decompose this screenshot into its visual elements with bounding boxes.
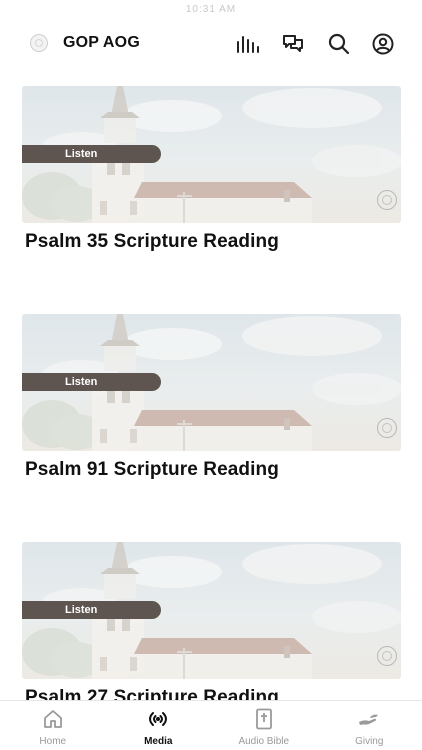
media-title[interactable]: Psalm 35 Scripture Reading	[25, 231, 279, 253]
bible-icon	[253, 708, 275, 730]
media-card: Listen Psalm 27 Scripture Reading	[0, 520, 422, 700]
status-bar: 10:31 AM	[0, 0, 422, 24]
tab-label: Home	[39, 736, 67, 747]
media-feed: Listen Psalm 35 Scripture Reading Listen…	[0, 64, 422, 700]
chat-icon[interactable]	[281, 32, 305, 56]
tab-label: Giving	[355, 736, 384, 747]
tab-media[interactable]: Media	[106, 701, 212, 750]
audio-levels-icon[interactable]	[236, 32, 260, 56]
tab-home[interactable]: Home	[0, 701, 106, 750]
status-time: 10:31 AM	[185, 4, 237, 15]
giving-hand-icon	[358, 708, 380, 730]
listen-button[interactable]: Listen	[22, 145, 161, 163]
media-thumbnail[interactable]: Listen	[22, 314, 401, 451]
listen-button[interactable]: Listen	[22, 601, 161, 619]
media-card: Listen Psalm 91 Scripture Reading	[0, 292, 422, 520]
profile-icon[interactable]	[371, 32, 395, 56]
media-thumbnail[interactable]: Listen	[22, 542, 401, 679]
media-card: Listen Psalm 35 Scripture Reading	[0, 64, 422, 292]
media-title[interactable]: Psalm 27 Scripture Reading	[25, 687, 279, 700]
broadcast-icon	[147, 708, 169, 730]
church-seal-icon	[377, 418, 397, 438]
app-logo	[30, 34, 48, 52]
church-seal-icon	[377, 190, 397, 210]
tab-label: Audio Bible	[238, 736, 290, 747]
app-header: GOP AOG	[0, 24, 422, 64]
media-title[interactable]: Psalm 91 Scripture Reading	[25, 459, 279, 481]
tab-label: Media	[144, 736, 173, 747]
home-icon	[42, 708, 64, 730]
church-seal-icon	[377, 646, 397, 666]
tab-giving[interactable]: Giving	[317, 701, 422, 750]
listen-button[interactable]: Listen	[22, 373, 161, 391]
bottom-tab-bar: Home Media Audio Bible Giving	[0, 700, 422, 750]
search-icon[interactable]	[327, 32, 351, 56]
media-thumbnail[interactable]: Listen	[22, 86, 401, 223]
app-title: GOP AOG	[63, 34, 140, 51]
tab-audio-bible[interactable]: Audio Bible	[211, 701, 317, 750]
